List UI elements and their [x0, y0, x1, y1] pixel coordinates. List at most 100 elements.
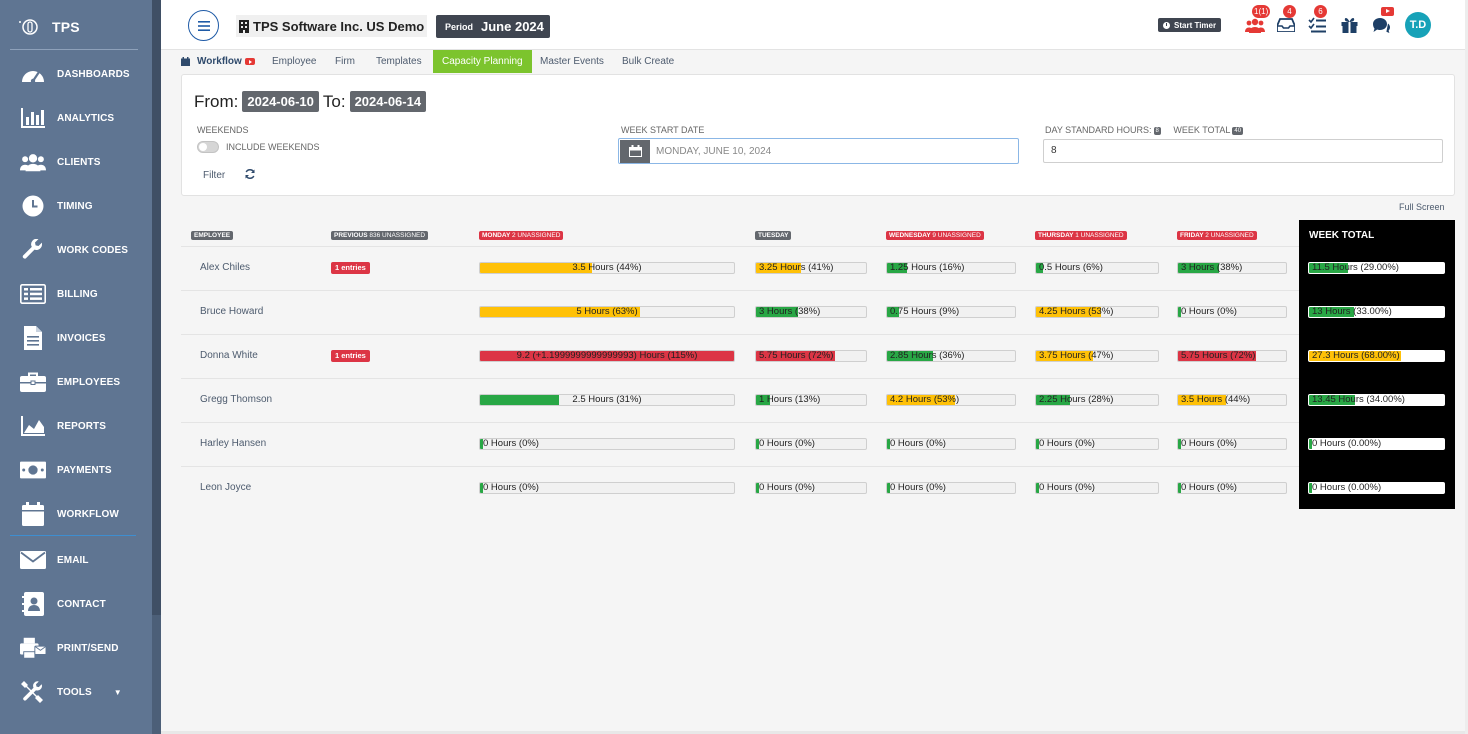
brand[interactable]: TPS	[18, 14, 138, 40]
period-value: June 2024	[481, 19, 544, 34]
hours-text: 0 Hours (0%)	[483, 482, 539, 493]
sidebar-item-work-codes[interactable]: WORK CODES	[0, 228, 152, 272]
team-button[interactable]: 1(1)	[1243, 5, 1271, 37]
previous-entries-badge[interactable]: 1 entries	[331, 350, 370, 362]
gift-button[interactable]	[1337, 13, 1361, 37]
inbox-button[interactable]: 4	[1274, 5, 1298, 37]
week-total-header: WEEK TOTAL	[1309, 230, 1375, 241]
tab-workflow-label: Workflow	[197, 56, 242, 67]
sidebar-item-print-send[interactable]: PRINT/SEND	[0, 626, 152, 670]
calendar-icon[interactable]	[620, 139, 650, 163]
tab-master-events[interactable]: Master Events	[531, 50, 613, 73]
wednesday-header-sub: 9 UNASSIGNED	[932, 232, 981, 239]
hours-text: 11.5 Hours (29.00%)	[1312, 262, 1399, 273]
sidebar-item-email[interactable]: EMAIL	[0, 538, 152, 582]
sidebar-item-reports[interactable]: REPORTS	[0, 404, 152, 448]
hours-text: 13.45 Hours (34.00%)	[1312, 394, 1405, 405]
filter-panel: From: 2024-06-10 To: 2024-06-14 WEEKENDS…	[181, 74, 1455, 196]
sidebar-item-invoices[interactable]: INVOICES	[0, 316, 152, 360]
previous-entries-badge[interactable]: 1 entries	[331, 262, 370, 274]
company-selector[interactable]: TPS Software Inc. US Demo	[236, 15, 428, 37]
wednesday-capacity-bar: 0.75 Hours (9%)	[886, 306, 1016, 318]
week-total-capacity-bar: 0 Hours (0.00%)	[1308, 482, 1445, 494]
wrench-icon	[20, 237, 46, 263]
sidebar-item-employees[interactable]: EMPLOYEES	[0, 360, 152, 404]
sidebar-item-timing[interactable]: TIMING	[0, 184, 152, 228]
full-screen-link[interactable]: Full Screen	[1399, 202, 1445, 212]
monday-capacity-bar: 9.2 (+1.1999999999999993) Hours (115%)	[479, 350, 735, 362]
to-label: To:	[322, 91, 346, 111]
employee-name[interactable]: Donna White	[200, 350, 258, 361]
friday-header: FRIDAY 2 UNASSIGNED	[1177, 231, 1257, 240]
wednesday-header: WEDNESDAY 9 UNASSIGNED	[886, 231, 984, 240]
hours-text: 0 Hours (0%)	[1181, 482, 1237, 493]
hours-text: 0 Hours (0%)	[759, 438, 815, 449]
filter-link[interactable]: Filter	[203, 170, 225, 181]
tab-employee[interactable]: Employee	[263, 50, 325, 73]
week-start-date-input[interactable]: MONDAY, JUNE 10, 2024	[618, 138, 1019, 164]
sidebar-item-label: REPORTS	[57, 420, 107, 432]
sidebar-item-label: TOOLS	[57, 686, 92, 698]
sidebar-item-workflow[interactable]: WORKFLOW	[0, 492, 152, 536]
app-root: TPS DASHBOARDS ANALYTICS CLIENTS TIMING WORK…	[0, 0, 1468, 734]
thursday-capacity-bar: 3.75 Hours (47%)	[1035, 350, 1159, 362]
sidebar-item-label: WORK CODES	[57, 244, 128, 256]
tab-firm[interactable]: Firm	[326, 50, 364, 73]
gauge-icon	[20, 61, 46, 87]
include-weekends-toggle[interactable]	[197, 141, 219, 153]
employee-name[interactable]: Harley Hansen	[200, 438, 266, 449]
refresh-icon[interactable]	[244, 168, 256, 180]
sidebar-item-contact[interactable]: CONTACT	[0, 582, 152, 626]
hours-text: 0 Hours (0%)	[1181, 438, 1237, 449]
sidebar-scrollbar-thumb[interactable]	[152, 0, 161, 615]
tab-capacity-planning[interactable]: Capacity Planning	[433, 50, 532, 73]
tab-workflow[interactable]: Workflow	[172, 50, 264, 73]
hours-text: 1.25 Hours (16%)	[890, 262, 965, 273]
day-standard-hours-input[interactable]: 8	[1043, 139, 1443, 163]
tab-templates[interactable]: Templates	[367, 50, 431, 73]
area-chart-icon	[20, 413, 46, 439]
day-standard-hours-label: DAY STANDARD HOURS: 8 WEEK TOTAL 40	[1045, 125, 1244, 135]
employee-name[interactable]: Bruce Howard	[200, 306, 263, 317]
tab-bulk-create[interactable]: Bulk Create	[613, 50, 683, 73]
sidebar-item-payments[interactable]: PAYMENTS	[0, 448, 152, 492]
tasks-button[interactable]: 6	[1305, 5, 1329, 37]
briefcase-icon	[20, 369, 46, 395]
sidebar-item-label: TIMING	[57, 200, 93, 212]
sidebar-item-clients[interactable]: CLIENTS	[0, 140, 152, 184]
employee-name[interactable]: Leon Joyce	[200, 482, 251, 493]
sidebar-item-label: PRINT/SEND	[57, 642, 119, 654]
hours-text: 0 Hours (0%)	[483, 438, 539, 449]
sidebar-item-billing[interactable]: BILLING	[0, 272, 152, 316]
timer-clock-icon	[1163, 21, 1170, 29]
week-total-capacity-bar: 27.3 Hours (68.00%)	[1308, 350, 1445, 362]
period-selector[interactable]: Period June 2024	[436, 15, 550, 38]
employee-name[interactable]: Alex Chiles	[200, 262, 250, 273]
monday-header-label: MONDAY	[482, 232, 511, 239]
day-standard-hours-text: DAY STANDARD HOURS:	[1045, 125, 1152, 135]
gift-icon	[1341, 17, 1357, 33]
start-timer-button[interactable]: Start Timer	[1158, 18, 1222, 32]
sidebar-item-dashboards[interactable]: DASHBOARDS	[0, 52, 152, 96]
calendar-icon	[20, 501, 46, 527]
friday-capacity-bar: 3.5 Hours (44%)	[1177, 394, 1287, 406]
wednesday-capacity-bar: 1.25 Hours (16%)	[886, 262, 1016, 274]
sidebar-item-analytics[interactable]: ANALYTICS	[0, 96, 152, 140]
clock-icon	[20, 193, 46, 219]
user-avatar[interactable]: T.D	[1405, 12, 1431, 38]
hours-text: 3 Hours (38%)	[1181, 262, 1243, 273]
thursday-capacity-bar: 0 Hours (0%)	[1035, 482, 1159, 494]
to-date: 2024-06-14	[349, 91, 427, 112]
tps-logo-icon	[18, 16, 40, 38]
hours-text: 3.5 Hours (44%)	[572, 262, 642, 273]
sidebar-item-tools[interactable]: TOOLS ▼	[0, 670, 152, 714]
menu-toggle-button[interactable]	[188, 10, 219, 41]
chat-button[interactable]	[1369, 7, 1394, 37]
users-icon	[20, 149, 46, 175]
youtube-icon	[244, 58, 255, 65]
employee-name[interactable]: Gregg Thomson	[200, 394, 272, 405]
inbox-badge: 4	[1283, 5, 1296, 18]
tuesday-capacity-bar: 3 Hours (38%)	[755, 306, 867, 318]
thursday-header-label: THURSDAY	[1038, 232, 1074, 239]
hours-text: 4.25 Hours (53%)	[1039, 306, 1114, 317]
